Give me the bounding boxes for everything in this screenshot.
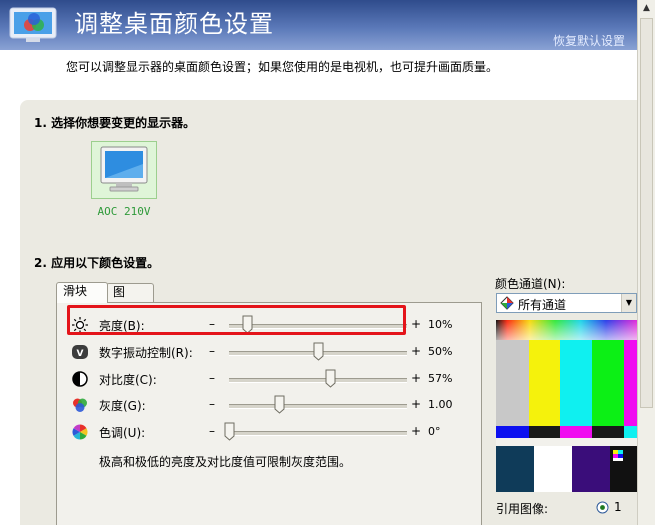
step2-heading: 2. 应用以下颜色设置。 bbox=[34, 256, 160, 270]
vertical-scrollbar[interactable]: ▲ bbox=[637, 0, 655, 525]
hue-value: 0° bbox=[428, 425, 441, 438]
gamma-value: 1.00 bbox=[428, 398, 453, 411]
vibrance-minus: – bbox=[209, 344, 215, 358]
color-channel-select[interactable]: 所有通道 ▼ bbox=[496, 293, 637, 313]
hue-track[interactable] bbox=[229, 431, 407, 436]
color-wheel-icon bbox=[72, 424, 88, 440]
hue-plus: + bbox=[411, 424, 422, 438]
chevron-down-icon[interactable]: ▼ bbox=[621, 294, 636, 312]
vibrance-label: 数字振动控制(R): bbox=[99, 346, 193, 360]
slider-tab-page: 亮度(B): – + 10% V 数字振动控制(R): – + 50% 对比度(… bbox=[56, 302, 482, 525]
contrast-plus: + bbox=[411, 371, 422, 385]
reference-radio-1[interactable] bbox=[596, 501, 609, 514]
restore-defaults-link[interactable]: 恢复默认设置 bbox=[553, 32, 625, 49]
header-bar: 调整桌面颜色设置 恢复默认设置 bbox=[0, 0, 637, 50]
tab-slider[interactable]: 滑块 bbox=[56, 282, 108, 303]
brightness-value: 10% bbox=[428, 318, 453, 331]
reference-image-label: 引用图像: bbox=[496, 502, 549, 516]
brightness-plus: + bbox=[411, 317, 422, 331]
page-description: 您可以调整显示器的桌面颜色设置；如果您使用的是电视机，也可提升画面质量。 bbox=[66, 60, 499, 74]
reference-option-label: 1 bbox=[614, 500, 622, 514]
monitor-select-tile[interactable] bbox=[91, 141, 157, 199]
scroll-up-arrow-icon[interactable]: ▲ bbox=[639, 1, 654, 16]
page-title: 调整桌面颜色设置 bbox=[74, 10, 274, 38]
gamma-label: 灰度(G): bbox=[99, 399, 146, 413]
contrast-row: 对比度(C): – + 57% bbox=[57, 367, 483, 391]
color-channel-value: 所有通道 bbox=[518, 298, 567, 312]
contrast-track[interactable] bbox=[229, 378, 407, 383]
gamma-minus: – bbox=[209, 397, 215, 411]
color-dots-icon bbox=[73, 398, 87, 412]
gamma-slider-thumb[interactable] bbox=[274, 395, 285, 414]
vibrance-value: 50% bbox=[428, 345, 453, 358]
vibrance-plus: + bbox=[411, 344, 422, 358]
contrast-minus: – bbox=[209, 371, 215, 385]
hue-label: 色调(U): bbox=[99, 426, 146, 440]
reference-image-preview bbox=[496, 320, 637, 492]
gamma-row: 灰度(G): – + 1.00 bbox=[57, 393, 483, 417]
settings-panel: 1. 选择你想要变更的显示器。 AOC 210V 2. 应用以下颜色设置。 滑块… bbox=[20, 100, 637, 525]
scroll-thumb[interactable] bbox=[640, 18, 653, 408]
monitor-icon bbox=[100, 146, 148, 192]
display-color-icon bbox=[9, 7, 57, 42]
hue-row: 色调(U): – + 0° bbox=[57, 420, 483, 444]
step1-heading: 1. 选择你想要变更的显示器。 bbox=[34, 116, 196, 130]
contrast-value: 57% bbox=[428, 372, 453, 385]
channel-diamond-icon bbox=[500, 296, 514, 310]
vibrance-row: V 数字振动控制(R): – + 50% bbox=[57, 340, 483, 364]
tab-graph[interactable]: 图 bbox=[106, 283, 154, 302]
contrast-label: 对比度(C): bbox=[99, 373, 157, 387]
gamma-track[interactable] bbox=[229, 404, 407, 409]
contrast-slider-thumb[interactable] bbox=[325, 369, 336, 388]
hue-slider-thumb[interactable] bbox=[224, 422, 235, 441]
contrast-icon bbox=[72, 371, 88, 387]
hue-minus: – bbox=[209, 424, 215, 438]
color-channel-label: 颜色通道(N): bbox=[495, 277, 566, 291]
monitor-name: AOC 210V bbox=[97, 205, 151, 218]
svg-text:V: V bbox=[77, 349, 84, 359]
range-hint: 极高和极低的亮度及对比度值可限制灰度范围。 bbox=[99, 455, 352, 469]
vibrance-icon: V bbox=[72, 345, 88, 359]
vibrance-slider-thumb[interactable] bbox=[313, 342, 324, 361]
gamma-plus: + bbox=[411, 397, 422, 411]
brightness-highlight-box bbox=[67, 305, 406, 335]
